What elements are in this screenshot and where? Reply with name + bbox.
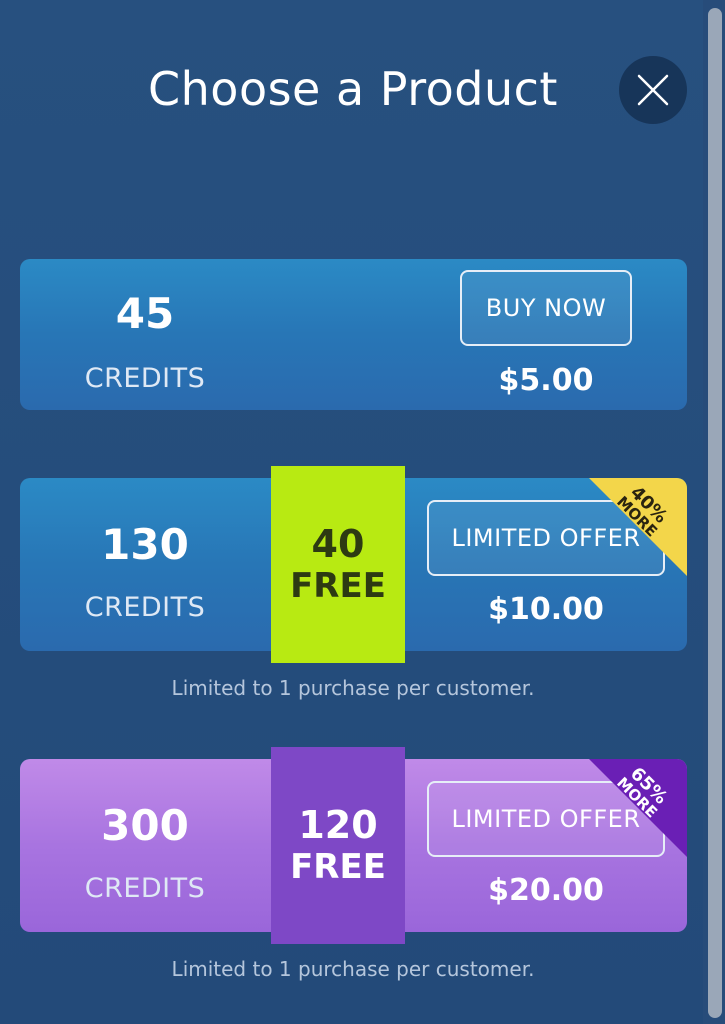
bonus-amount: 40 bbox=[311, 522, 365, 567]
close-icon bbox=[637, 74, 669, 106]
credit-amount: 45 bbox=[115, 289, 175, 338]
buy-now-button[interactable]: BUY NOW bbox=[460, 270, 632, 346]
bonus-percent-ribbon: 40% MORE bbox=[567, 478, 687, 598]
scrollbar-track[interactable] bbox=[703, 0, 725, 1024]
product-card-45-credits: 45 CREDITS BUY NOW $5.00 bbox=[20, 259, 687, 410]
credit-amount: 130 bbox=[101, 520, 189, 569]
purchase-limit-note: Limited to 1 purchase per customer. bbox=[171, 676, 535, 700]
free-bonus-tag: 120 FREE bbox=[271, 747, 405, 944]
dialog-title: Choose a Product bbox=[148, 62, 558, 116]
credit-amount: 300 bbox=[101, 801, 189, 850]
credits-label: CREDITS bbox=[84, 363, 206, 394]
credits-label: CREDITS bbox=[84, 592, 206, 623]
credits-label: CREDITS bbox=[84, 873, 206, 904]
purchase-limit-note: Limited to 1 purchase per customer. bbox=[171, 957, 535, 981]
price-label: $5.00 bbox=[498, 363, 594, 398]
bonus-free-label: FREE bbox=[290, 846, 386, 887]
close-button[interactable] bbox=[619, 56, 687, 124]
product-dialog: Choose a Product 45 CREDITS BUY NOW $5.0… bbox=[0, 0, 725, 1024]
bonus-amount: 120 bbox=[298, 803, 378, 848]
bonus-percent-ribbon: 65% MORE bbox=[567, 759, 687, 879]
bonus-free-label: FREE bbox=[290, 565, 386, 606]
scrollbar-thumb[interactable] bbox=[708, 8, 722, 1018]
free-bonus-tag: 40 FREE bbox=[271, 466, 405, 663]
